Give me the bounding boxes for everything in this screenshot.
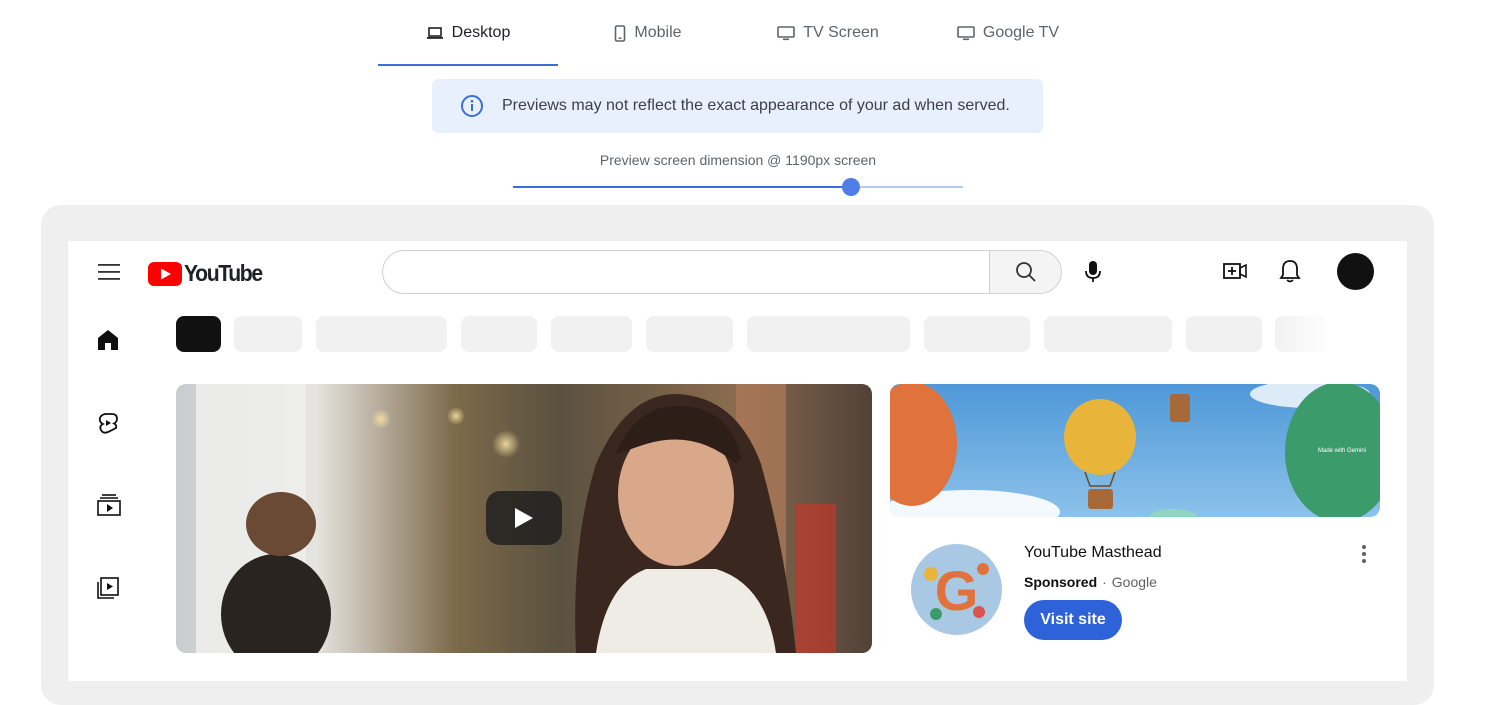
tab-google-tv[interactable]: Google TV — [918, 0, 1098, 66]
subscriptions-icon[interactable] — [97, 494, 121, 516]
play-button[interactable] — [486, 491, 562, 545]
tab-label: TV Screen — [803, 24, 879, 41]
chip[interactable] — [924, 316, 1030, 352]
screen-size-slider[interactable] — [513, 178, 963, 196]
create-video-icon[interactable] — [1223, 260, 1247, 282]
home-icon[interactable] — [97, 329, 119, 351]
library-icon[interactable] — [97, 577, 119, 599]
play-icon — [515, 508, 533, 528]
youtube-preview-screen: YouTube Made with Gemini G YouTube Masth… — [68, 241, 1407, 681]
visit-site-button[interactable]: Visit site — [1024, 600, 1122, 640]
chip[interactable] — [1186, 316, 1262, 352]
tab-label: Desktop — [451, 24, 511, 41]
youtube-logo[interactable]: YouTube — [148, 260, 268, 287]
banner-image: Made with Gemini — [890, 384, 1380, 517]
ad-title[interactable]: YouTube Masthead — [1024, 544, 1162, 562]
tv-icon — [777, 25, 796, 40]
chip[interactable] — [551, 316, 632, 352]
more-options-icon[interactable] — [1361, 544, 1367, 564]
account-avatar[interactable] — [1337, 253, 1374, 290]
chip[interactable] — [234, 316, 302, 352]
masthead-video[interactable] — [176, 384, 872, 653]
youtube-play-logo-icon — [148, 261, 182, 286]
advertiser-avatar[interactable]: G — [911, 544, 1002, 635]
tab-label: Mobile — [634, 24, 682, 41]
chip[interactable] — [1044, 316, 1172, 352]
sponsored-label: Sponsored — [1024, 574, 1098, 590]
device-tabs: Desktop Mobile TV Screen Google TV — [378, 0, 1098, 66]
menu-icon[interactable] — [98, 263, 120, 281]
tab-mobile[interactable]: Mobile — [558, 0, 738, 66]
preview-notice: Previews may not reflect the exact appea… — [432, 79, 1043, 133]
search-button[interactable] — [989, 250, 1062, 294]
masthead-banner[interactable]: Made with Gemini — [890, 384, 1380, 517]
search-icon — [1015, 262, 1036, 282]
chip[interactable] — [747, 316, 910, 352]
meta-separator: · — [1102, 574, 1107, 590]
advertiser-name[interactable]: Google — [1112, 574, 1157, 590]
tab-tv-screen[interactable]: TV Screen — [738, 0, 918, 66]
shorts-icon[interactable] — [97, 411, 119, 435]
notifications-bell-icon[interactable] — [1279, 259, 1301, 283]
tab-label: Google TV — [982, 24, 1060, 41]
laptop-icon — [426, 27, 443, 39]
slider-thumb[interactable] — [841, 178, 860, 196]
google-logo-icon: G — [911, 544, 1002, 635]
microphone-icon[interactable] — [1084, 260, 1102, 284]
youtube-wordmark: YouTube — [184, 260, 263, 286]
info-icon — [461, 95, 483, 117]
chip[interactable] — [646, 316, 733, 352]
chip[interactable] — [316, 316, 447, 352]
banner-watermark: Made with Gemini — [1318, 448, 1366, 454]
chip-all[interactable] — [176, 316, 221, 352]
svg-text:G: G — [935, 559, 979, 622]
slider-label: Preview screen dimension @ 1190px screen — [599, 152, 877, 168]
chip[interactable] — [1275, 316, 1331, 352]
search-input[interactable] — [382, 250, 991, 294]
phone-icon — [615, 24, 626, 42]
chip[interactable] — [461, 316, 537, 352]
ad-meta: Sponsored · Google — [1024, 574, 1157, 590]
tv-icon — [957, 25, 975, 40]
notice-text: Previews may not reflect the exact appea… — [502, 97, 1010, 114]
slider-fill — [513, 186, 851, 188]
tab-desktop[interactable]: Desktop — [378, 0, 558, 66]
